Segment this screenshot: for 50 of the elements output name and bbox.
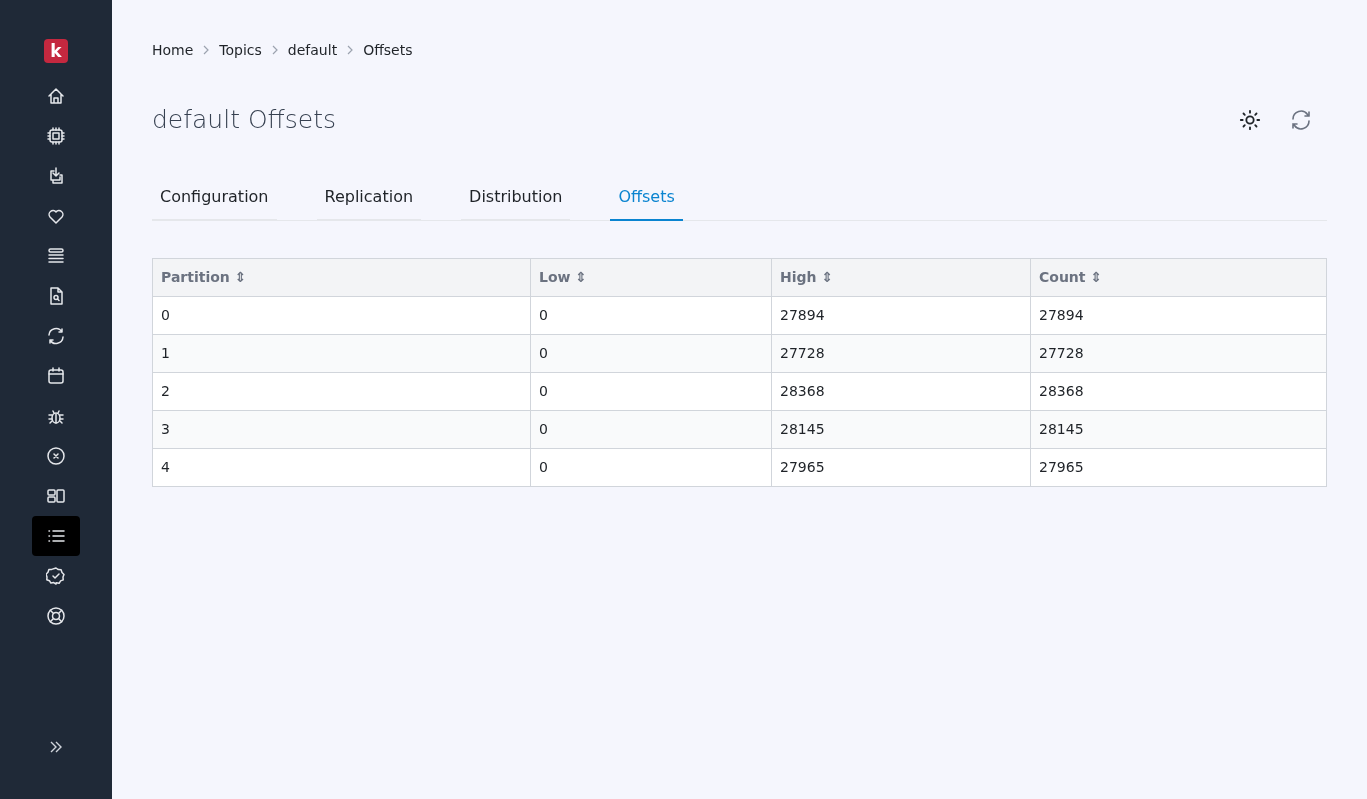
badge-check-icon <box>46 566 66 586</box>
table-cell: 27728 <box>1030 334 1327 373</box>
table-cell: 27728 <box>771 334 1031 373</box>
table-cell: 27894 <box>1030 296 1327 335</box>
x-circle-icon <box>46 446 66 466</box>
table-cell: 2 <box>152 372 531 411</box>
sidebar-item[interactable] <box>32 516 80 556</box>
tab[interactable]: Offsets <box>610 175 683 221</box>
table-cell: 0 <box>530 372 772 411</box>
home-icon <box>46 86 66 106</box>
tab[interactable]: Replication <box>316 175 422 221</box>
table-cell: 27965 <box>1030 448 1327 487</box>
stack-icon <box>46 246 66 266</box>
column-header[interactable]: Count ⇕ <box>1030 258 1327 297</box>
table-cell: 0 <box>530 448 772 487</box>
expand-sidebar-icon[interactable] <box>48 739 64 755</box>
table-cell: 28145 <box>1030 410 1327 449</box>
lifebuoy-icon <box>46 606 66 626</box>
layout-icon <box>46 486 66 506</box>
table-cell: 0 <box>530 410 772 449</box>
breadcrumb-link[interactable]: default <box>287 39 338 61</box>
breadcrumb-link[interactable]: Topics <box>219 39 262 61</box>
tab[interactable]: Configuration <box>152 175 277 221</box>
refresh-icon <box>46 326 66 346</box>
logo[interactable]: k <box>44 39 68 63</box>
table-cell: 0 <box>152 296 531 335</box>
table-cell: 3 <box>152 410 531 449</box>
table-cell: 1 <box>152 334 531 373</box>
refresh-icon[interactable] <box>1289 108 1313 132</box>
table-cell: 27965 <box>771 448 1031 487</box>
tab[interactable]: Distribution <box>461 175 571 221</box>
table-cell: 0 <box>530 296 772 335</box>
breadcrumb-link[interactable]: Offsets <box>363 39 413 61</box>
table-cell: 28145 <box>771 410 1031 449</box>
chevron-right-icon <box>347 45 354 55</box>
table-cell: 0 <box>530 334 772 373</box>
chevron-right-icon <box>271 45 278 55</box>
table-cell: 4 <box>152 448 531 487</box>
column-header[interactable]: Low ⇕ <box>530 258 772 297</box>
column-header[interactable]: High ⇕ <box>771 258 1031 297</box>
column-header[interactable]: Partition ⇕ <box>152 258 531 297</box>
sun-icon[interactable] <box>1239 109 1261 131</box>
chevron-right-icon <box>203 45 210 55</box>
table-cell: 27894 <box>771 296 1031 335</box>
breadcrumb-link[interactable]: Home <box>152 39 194 61</box>
table-cell: 28368 <box>771 372 1031 411</box>
calendar-icon <box>46 366 66 386</box>
chip-icon <box>46 126 66 146</box>
table-cell: 28368 <box>1030 372 1327 411</box>
page-title: default Offsets <box>152 104 337 137</box>
